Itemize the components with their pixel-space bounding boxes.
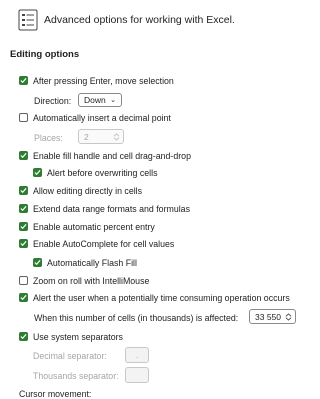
cells-affected-spinner[interactable]: 33 550 xyxy=(249,309,296,324)
places-spinner[interactable]: 2 xyxy=(78,129,124,144)
autocomplete-label: Enable AutoComplete for cell values xyxy=(33,238,175,249)
direction-label: Direction: xyxy=(34,96,72,106)
alert-time-label: Alert the user when a potentially time c… xyxy=(33,292,290,303)
after-enter-label: After pressing Enter, move selection xyxy=(33,75,174,86)
fill-handle-label: Enable fill handle and cell drag-and-dro… xyxy=(33,150,191,161)
checkbox[interactable] xyxy=(19,76,28,85)
edit-in-cells-option[interactable]: Allow editing directly in cells xyxy=(19,184,142,197)
checkbox[interactable] xyxy=(19,293,28,302)
checkbox[interactable] xyxy=(19,113,28,122)
alert-time-option[interactable]: Alert the user when a potentially time c… xyxy=(19,291,290,304)
checkbox[interactable] xyxy=(19,239,28,248)
cells-affected-label: When this number of cells (in thousands)… xyxy=(34,313,239,323)
thousands-separator-label: Thousands separator: xyxy=(33,371,119,381)
fill-handle-option[interactable]: Enable fill handle and cell drag-and-dro… xyxy=(19,149,191,162)
after-enter-option[interactable]: After pressing Enter, move selection xyxy=(19,74,174,87)
checkbox[interactable] xyxy=(19,332,28,341)
zoom-roll-label: Zoom on roll with IntelliMouse xyxy=(33,275,150,286)
checkbox[interactable] xyxy=(19,222,28,231)
checkbox[interactable] xyxy=(19,186,28,195)
spinner-arrows-icon[interactable] xyxy=(112,131,120,142)
auto-percent-option[interactable]: Enable automatic percent entry xyxy=(19,220,155,233)
direction-value: Down xyxy=(84,95,106,105)
cursor-movement-label: Cursor movement: xyxy=(19,389,92,399)
cells-affected-value: 33 550 xyxy=(255,311,281,322)
chevron-down-icon: ⌄ xyxy=(110,97,116,104)
flash-fill-label: Automatically Flash Fill xyxy=(47,257,137,268)
flash-fill-option[interactable]: Automatically Flash Fill xyxy=(33,256,137,269)
checkbox[interactable] xyxy=(19,276,28,285)
checkbox[interactable] xyxy=(19,204,28,213)
places-value: 2 xyxy=(84,131,89,142)
header-title: Advanced options for working with Excel. xyxy=(44,14,235,26)
places-label: Places: xyxy=(34,133,63,143)
extend-formats-label: Extend data range formats and formulas xyxy=(33,203,190,214)
checkbox[interactable] xyxy=(33,168,42,177)
system-separators-label: Use system separators xyxy=(33,331,123,342)
alert-overwrite-label: Alert before overwriting cells xyxy=(47,167,158,178)
extend-formats-option[interactable]: Extend data range formats and formulas xyxy=(19,202,190,215)
checkbox[interactable] xyxy=(19,151,28,160)
checkbox[interactable] xyxy=(33,258,42,267)
system-separators-option[interactable]: Use system separators xyxy=(19,330,123,343)
sliders-list-icon xyxy=(18,9,38,31)
alert-overwrite-option[interactable]: Alert before overwriting cells xyxy=(33,166,158,179)
autocomplete-option[interactable]: Enable AutoComplete for cell values xyxy=(19,237,174,250)
auto-decimal-option[interactable]: Automatically insert a decimal point xyxy=(19,111,171,124)
thousands-separator-input[interactable] xyxy=(125,367,149,383)
decimal-separator-label: Decimal separator: xyxy=(33,351,107,361)
decimal-separator-input[interactable]: . xyxy=(125,347,149,363)
edit-in-cells-label: Allow editing directly in cells xyxy=(33,185,143,196)
auto-decimal-label: Automatically insert a decimal point xyxy=(33,112,171,123)
spinner-arrows-icon[interactable] xyxy=(284,311,292,322)
auto-percent-label: Enable automatic percent entry xyxy=(33,221,155,232)
zoom-roll-option[interactable]: Zoom on roll with IntelliMouse xyxy=(19,274,149,287)
section-title: Editing options xyxy=(10,49,80,60)
direction-select[interactable]: Down ⌄ xyxy=(78,93,122,107)
